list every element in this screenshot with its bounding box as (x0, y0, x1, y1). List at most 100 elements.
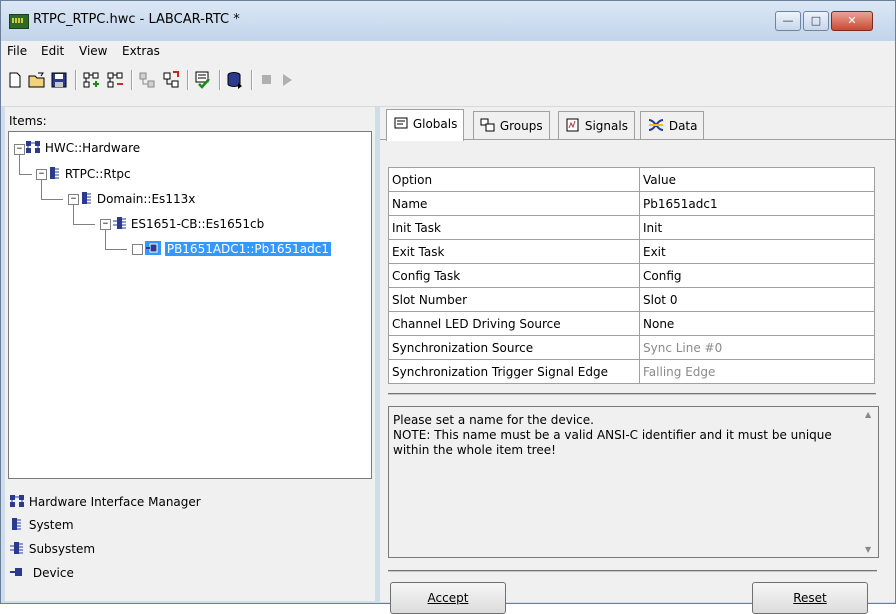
reset-button[interactable]: Reset (752, 582, 868, 614)
device-icon (145, 241, 161, 255)
globals-tab-panel: Option Value Name Pb1651adc1 Init Task Ini… (380, 139, 895, 614)
value-cell-disabled: Sync Line #0 (639, 335, 875, 360)
collapse-icon[interactable]: − (36, 169, 47, 180)
legend-label: Subsystem (28, 542, 96, 556)
new-icon[interactable] (5, 70, 25, 90)
properties-panel: Globals Groups Signals Data Option Value… (380, 107, 895, 614)
option-cell: Init Task (388, 215, 640, 240)
legend-label: Hardware Interface Manager (28, 495, 201, 509)
hardware-icon (26, 141, 40, 153)
tab-globals[interactable]: Globals (386, 109, 465, 141)
legend-hardware: Hardware Interface Manager (9, 493, 201, 511)
toolbar-separator (219, 70, 221, 90)
remove-group-icon[interactable] (105, 70, 125, 90)
collapse-icon[interactable]: − (68, 194, 79, 205)
option-cell: Exit Task (388, 239, 640, 264)
value-cell[interactable]: Pb1651adc1 (639, 191, 875, 216)
check-icon[interactable] (193, 70, 213, 90)
hardware-icon (10, 495, 24, 507)
database-icon[interactable] (225, 70, 245, 90)
tab-label: Globals (412, 117, 458, 131)
open-icon[interactable] (27, 70, 47, 90)
table-row[interactable]: Exit Task Exit (388, 239, 875, 264)
value-cell[interactable]: None (639, 311, 875, 336)
value-cell[interactable]: Init (639, 215, 875, 240)
menu-extras[interactable]: Extras (122, 44, 160, 58)
tab-label: Groups (499, 119, 543, 133)
tree-node-es1651cb[interactable]: ES1651-CB::Es1651cb (113, 215, 264, 233)
tree-node-rtpc[interactable]: RTPC::Rtpc (49, 165, 131, 183)
tab-signals[interactable]: Signals (558, 111, 635, 140)
collapse-icon[interactable] (132, 244, 143, 255)
value-cell-disabled: Falling Edge (639, 359, 875, 384)
table-row[interactable]: Synchronization Source Sync Line #0 (388, 335, 875, 360)
play-icon[interactable] (277, 70, 297, 90)
toolbar-separator (251, 70, 253, 90)
option-cell: Synchronization Trigger Signal Edge (388, 359, 640, 384)
labcar-app-icon (9, 14, 29, 29)
menu-bar: File Edit View Extras (1, 41, 895, 62)
reset-label: Reset (793, 591, 827, 605)
value-cell[interactable]: Exit (639, 239, 875, 264)
accept-label: Accept (427, 591, 469, 605)
column-header-value: Value (639, 167, 875, 192)
toolbar-separator (187, 70, 189, 90)
legend-system: System (9, 516, 74, 534)
device-icon (10, 568, 22, 576)
accept-button[interactable]: Accept (390, 582, 506, 614)
export-icon[interactable] (161, 70, 181, 90)
table-row[interactable]: Synchronization Trigger Signal Edge Falli… (388, 359, 875, 384)
stop-icon[interactable] (257, 70, 277, 90)
subsystem-icon (10, 542, 23, 554)
table-row[interactable]: Channel LED Driving Source None (388, 311, 875, 336)
subsystem-icon (113, 217, 126, 229)
tree-node-label: HWC::Hardware (44, 141, 141, 155)
menu-file[interactable]: File (7, 44, 27, 58)
option-cell: Config Task (388, 263, 640, 288)
value-cell[interactable]: Config (639, 263, 875, 288)
menu-view[interactable]: View (79, 44, 107, 58)
menu-edit[interactable]: Edit (41, 44, 64, 58)
save-icon[interactable] (49, 70, 69, 90)
maximize-button[interactable]: □ (803, 11, 829, 31)
add-group-icon[interactable] (81, 70, 101, 90)
tree-node-domain[interactable]: Domain::Es113x (81, 190, 195, 208)
description-line-1: Please set a name for the device. (393, 413, 594, 427)
table-row[interactable]: Init Task Init (388, 215, 875, 240)
toolbar (1, 62, 895, 107)
legend-device: Device (9, 564, 74, 582)
table-row[interactable]: Name Pb1651adc1 (388, 191, 875, 216)
system-icon (50, 167, 59, 179)
table-header-row: Option Value (388, 167, 875, 192)
minimize-button[interactable]: — (775, 11, 801, 31)
table-row[interactable]: Config Task Config (388, 263, 875, 288)
system-icon (12, 518, 21, 530)
description-scrollbar[interactable]: ▲ ▼ (861, 407, 878, 557)
tab-label: Signals (584, 119, 628, 133)
legend-label: Device (32, 566, 74, 580)
items-label: Items: (9, 114, 47, 128)
collapse-icon[interactable]: − (100, 219, 111, 230)
items-panel: Items: − HWC::Hardware − RTPC::Rtpc − Do… (5, 107, 375, 601)
description-box: Please set a name for the device. NOTE: … (388, 406, 879, 558)
properties-icon[interactable] (137, 70, 157, 90)
splitter[interactable] (388, 393, 876, 395)
item-tree[interactable]: − HWC::Hardware − RTPC::Rtpc − Domain::E… (8, 131, 372, 479)
toolbar-separator (75, 70, 77, 90)
tree-node-label: ES1651-CB::Es1651cb (130, 217, 265, 231)
tree-node-hardware[interactable]: HWC::Hardware (25, 139, 140, 157)
description-line-2: NOTE: This name must be a valid ANSI-C i… (393, 428, 832, 457)
tree-node-pb1651adc1[interactable]: PB1651ADC1::Pb1651adc1 (145, 240, 331, 258)
tab-groups[interactable]: Groups (473, 111, 550, 140)
table-row[interactable]: Slot Number Slot 0 (388, 287, 875, 312)
tree-node-label: Domain::Es113x (96, 192, 196, 206)
scroll-down-icon[interactable]: ▼ (865, 545, 871, 554)
scroll-up-icon[interactable]: ▲ (865, 410, 871, 419)
close-button[interactable]: ✕ (831, 11, 873, 31)
tab-data[interactable]: Data (640, 111, 705, 140)
legend-label: System (28, 518, 74, 532)
value-cell[interactable]: Slot 0 (639, 287, 875, 312)
option-cell: Channel LED Driving Source (388, 311, 640, 336)
collapse-icon[interactable]: − (14, 144, 25, 155)
tree-node-label: RTPC::Rtpc (64, 167, 131, 181)
